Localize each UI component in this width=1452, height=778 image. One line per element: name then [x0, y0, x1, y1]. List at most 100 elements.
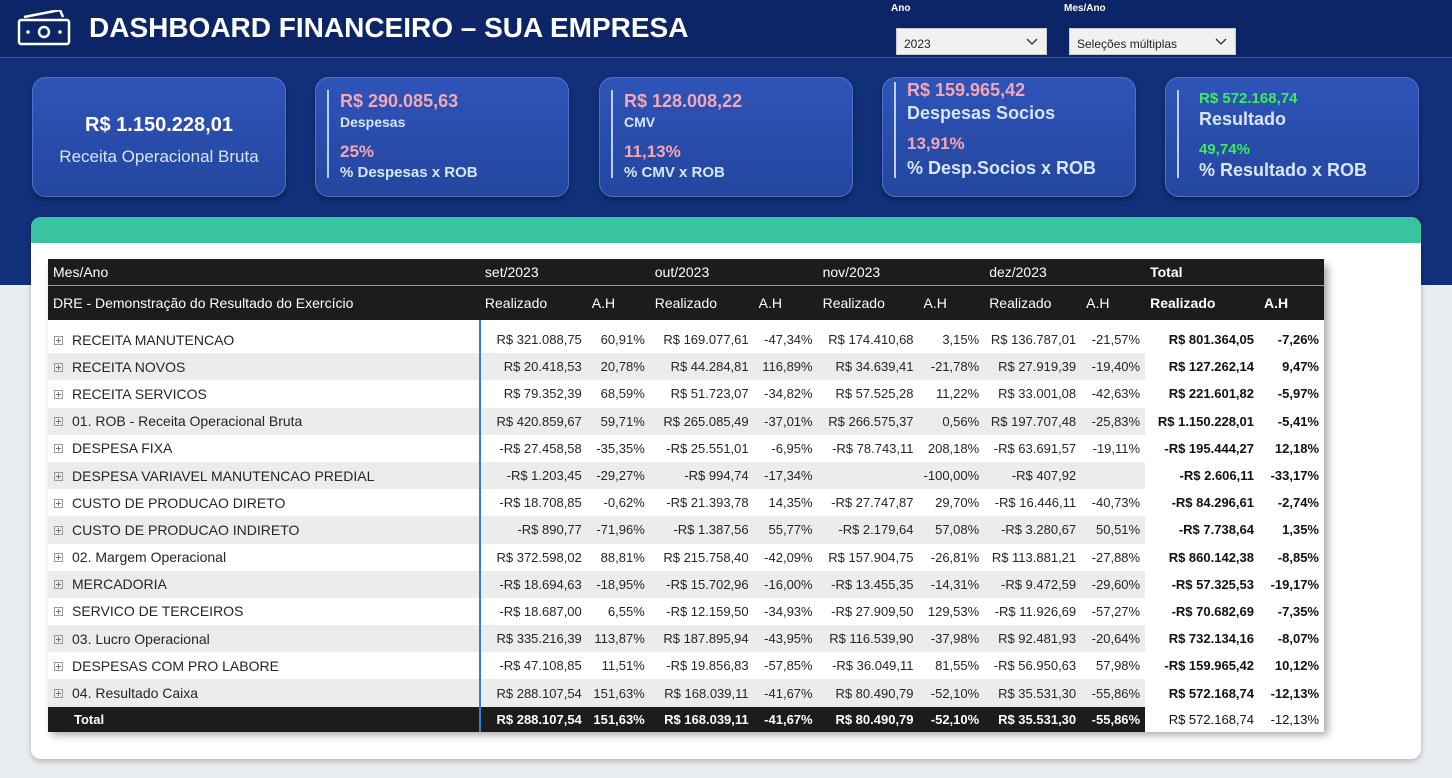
cell-value: -52,10% [930, 711, 980, 727]
expand-icon[interactable] [54, 580, 63, 590]
expand-icon[interactable] [54, 661, 63, 671]
expand-icon[interactable] [54, 417, 63, 427]
expand-icon[interactable] [54, 525, 63, 535]
month-header[interactable]: dez/2023 [984, 259, 1145, 286]
card-accent [894, 82, 896, 178]
col-header-realizado[interactable]: Realizado [1145, 285, 1259, 320]
chevron-down-icon [1215, 38, 1227, 45]
row-label: SERVICO DE TERCEIROS [48, 597, 481, 626]
cell-value: -17,34% [764, 468, 813, 484]
row-label: RECEITA MANUTENCAO [48, 320, 481, 354]
cell-value: -34,93% [764, 603, 813, 619]
cell-value: R$ 187.895,94 [663, 631, 749, 647]
expand-icon[interactable] [54, 498, 63, 508]
row-label: RECEITA SERVICOS [48, 380, 481, 408]
cell-value: -71,96% [596, 522, 645, 538]
expand-icon[interactable] [54, 444, 63, 454]
cell-value: -19,40% [1091, 359, 1141, 375]
cell-value: 50,51% [1096, 522, 1141, 538]
cell-value: -R$ 19.856,83 [666, 658, 749, 674]
expand-icon[interactable] [54, 335, 63, 345]
col-header-ah[interactable]: A.H [1081, 285, 1146, 320]
row-label-text: DESPESA VARIAVEL MANUTENCAO PREDIAL [72, 467, 375, 484]
kpi-label: Receita Operacional Bruta [59, 147, 259, 166]
cell-value: -8,85% [1259, 543, 1324, 571]
cell-value: R$ 572.168,74 [1145, 679, 1259, 707]
filter-label-mes-ano: Mes/Ano [1064, 3, 1106, 14]
table-row: 04. Resultado Caixa R$ 288.107,54 151,63% R… [48, 679, 1324, 707]
cell-value: R$ 80.490,79 [835, 685, 914, 701]
cell-value: -26,81% [930, 549, 980, 565]
cell-value: 59,71% [600, 413, 645, 429]
col-header-ah[interactable]: A.H [586, 285, 650, 320]
col-header-realizado[interactable]: Realizado [984, 285, 1082, 320]
ano-select[interactable]: 2023 [896, 28, 1047, 55]
cell-value: R$ 92.481,93 [998, 631, 1077, 647]
expand-icon[interactable] [54, 362, 63, 372]
cell-value: R$ 860.142,38 [1145, 543, 1259, 571]
cell-value: 9,47% [1259, 353, 1324, 381]
table-row: DESPESAS COM PRO LABORE -R$ 47.108,85 11,5… [48, 652, 1324, 680]
card-accent [327, 90, 329, 178]
month-header[interactable]: nov/2023 [818, 259, 985, 286]
col-header-realizado[interactable]: Realizado [817, 285, 919, 320]
cell-value: -33,17% [1259, 461, 1324, 490]
row-label-text: SERVICO DE TERCEIROS [72, 603, 244, 620]
cell-value: -R$ 7.738,64 [1145, 516, 1259, 544]
cell-value: 60,91% [600, 332, 645, 348]
col-header-ah[interactable]: A.H [918, 285, 985, 320]
cell-value: -42,09% [764, 549, 813, 565]
cell-value: -5,41% [1259, 407, 1324, 435]
kpi-pct: 49,74% [1199, 141, 1250, 158]
expand-icon[interactable] [54, 389, 63, 399]
filter-label-ano: Ano [891, 3, 911, 14]
kpi-value: R$ 572.168,74 [1199, 90, 1298, 107]
cell-value: -41,67% [764, 711, 813, 727]
expand-icon[interactable] [54, 689, 63, 699]
col-header-realizado[interactable]: Realizado [649, 285, 754, 320]
row-label: 03. Lucro Operacional [48, 625, 481, 653]
cell-value: -55,86% [1091, 711, 1141, 727]
cell-value: 113,87% [594, 631, 645, 647]
row-label: 02. Margem Operacional [48, 543, 481, 571]
expand-icon[interactable] [54, 471, 63, 481]
cell-value: -16,00% [764, 576, 813, 592]
cell-value: R$ 27.919,39 [998, 359, 1077, 375]
cell-value: R$ 51.723,07 [670, 386, 749, 402]
expand-icon[interactable] [54, 634, 63, 644]
cell-value: -21,57% [1091, 332, 1141, 348]
corner-header-dre[interactable]: DRE - Demonstração do Resultado do Exerc… [48, 285, 480, 320]
mes-ano-select[interactable]: Seleções múltiplas [1069, 28, 1236, 55]
cell-value: -47,34% [764, 332, 813, 348]
cell-value [1081, 462, 1145, 489]
cell-value: -R$ 47.108,85 [499, 658, 582, 674]
expand-icon[interactable] [54, 607, 63, 617]
cell-value: R$ 34.639,41 [835, 359, 914, 375]
cell-value: -R$ 9.472,59 [1000, 576, 1077, 592]
month-header[interactable]: set/2023 [480, 259, 650, 286]
col-header-ah[interactable]: A.H [753, 285, 818, 320]
kpi-pct-label: % Despesas x ROB [340, 164, 478, 181]
cell-value: -52,10% [930, 685, 980, 701]
expand-icon[interactable] [54, 553, 63, 563]
table-row: SERVICO DE TERCEIROS -R$ 18.687,00 6,55% -R… [48, 597, 1324, 626]
cell-value: 55,77% [768, 522, 813, 538]
row-label-text: 01. ROB - Receita Operacional Bruta [72, 413, 303, 430]
row-label-text: CUSTO DE PRODUCAO DIRETO [72, 494, 286, 511]
month-header[interactable]: out/2023 [650, 259, 818, 286]
cell-value: R$ 801.364,05 [1145, 320, 1259, 354]
row-label-text: DESPESA FIXA [72, 440, 173, 457]
kpi-label: Despesas Socios [907, 103, 1056, 123]
kpi-card-cmv: R$ 128.008,22 CMV 11,13% % CMV x ROB [599, 77, 853, 197]
cell-value: 57,98% [1096, 658, 1141, 674]
col-header-ah[interactable]: A.H [1259, 285, 1324, 320]
total-header[interactable]: Total [1145, 259, 1324, 286]
cell-value: -7,35% [1259, 597, 1324, 626]
col-header-realizado[interactable]: Realizado [479, 285, 587, 320]
cell-value: -R$ 3.280,67 [1000, 522, 1077, 538]
cell-value: 88,81% [600, 549, 645, 565]
row-label-text: 02. Margem Operacional [72, 549, 227, 566]
cell-value: R$ 321.088,75 [496, 332, 582, 348]
corner-header-mes-ano[interactable]: Mes/Ano [48, 259, 480, 286]
cell-value: -55,86% [1091, 685, 1141, 701]
